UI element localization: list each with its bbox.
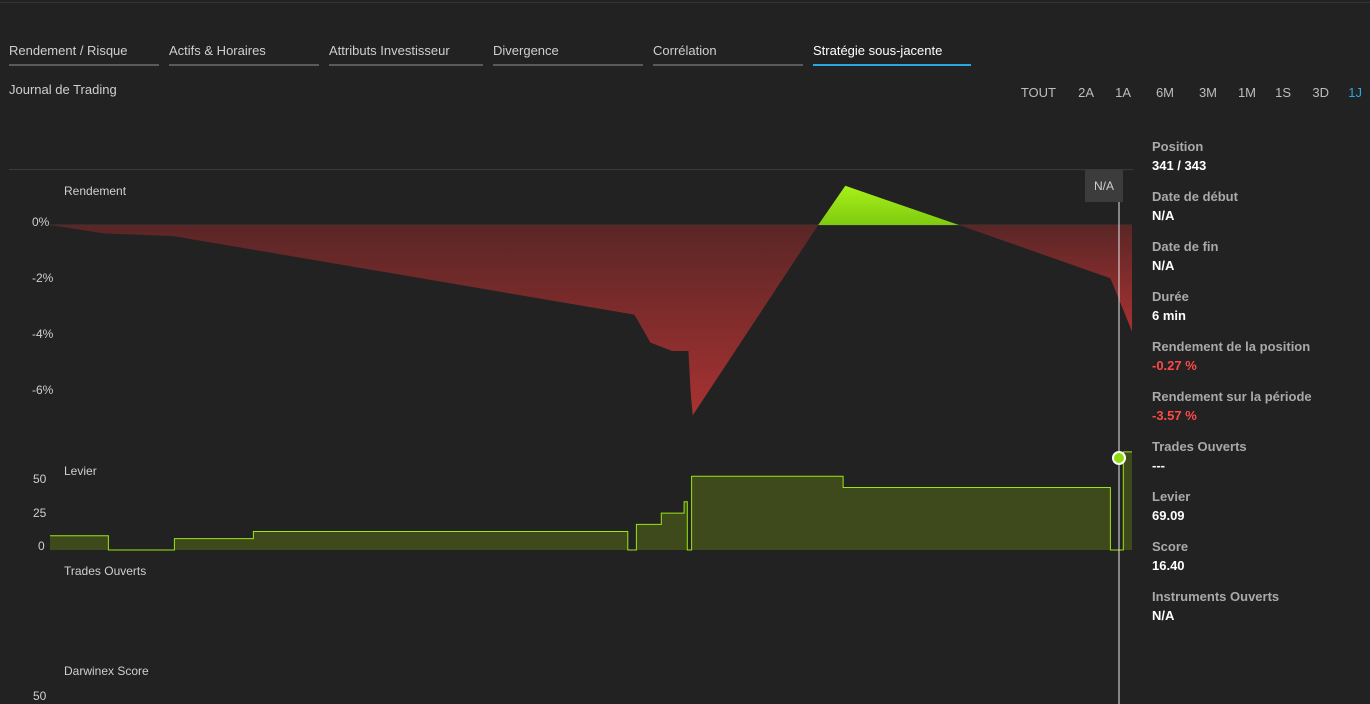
period-1s-button[interactable]: 1S <box>1275 85 1291 100</box>
levier-section-label: Levier <box>64 464 97 478</box>
detail-value: 341 / 343 <box>1152 158 1207 173</box>
detail-value: 6 min <box>1152 308 1186 323</box>
detail-label: Rendement de la position <box>1152 339 1311 354</box>
detail-label: Score <box>1152 539 1189 554</box>
score-section-label: Darwinex Score <box>64 664 149 678</box>
detail-duree: Durée 6 min <box>1152 289 1189 323</box>
cursor-tooltip: N/A <box>1085 170 1123 202</box>
period-1j-button[interactable]: 1J <box>1348 85 1362 100</box>
rendement-tick-label: 0% <box>32 215 50 229</box>
rendement-positive-area <box>818 185 959 225</box>
levier-tick-label: 0 <box>38 539 45 553</box>
detail-rendement-position: Rendement de la position -0.27 % <box>1152 339 1310 373</box>
rendement-negative-area <box>50 225 819 416</box>
detail-value: -3.57 % <box>1152 408 1197 423</box>
period-3d-button[interactable]: 3D <box>1312 85 1329 100</box>
period-3m-button[interactable]: 3M <box>1199 85 1217 100</box>
detail-label: Date de début <box>1152 189 1238 204</box>
detail-value: -0.27 % <box>1152 358 1197 373</box>
detail-label: Instruments Ouverts <box>1152 589 1280 604</box>
detail-label: Rendement sur la période <box>1152 389 1312 404</box>
detail-value: --- <box>1152 458 1165 473</box>
score-tick-label: 50 <box>33 689 47 703</box>
detail-label: Levier <box>1152 489 1191 504</box>
rendement-negative-area <box>958 225 1132 332</box>
period-1m-button[interactable]: 1M <box>1238 85 1256 100</box>
detail-value: N/A <box>1152 258 1175 273</box>
trading-journal-chart[interactable]: Rendement 0% -2% -4% -6% Levier 50 25 0 … <box>0 0 1145 704</box>
detail-date-debut: Date de début N/A <box>1152 189 1238 223</box>
levier-tick-label: 50 <box>33 472 47 486</box>
detail-value: 69.09 <box>1152 508 1185 523</box>
rendement-tick-label: -2% <box>32 271 54 285</box>
rendement-tick-label: -4% <box>32 327 54 341</box>
detail-value: N/A <box>1152 208 1175 223</box>
rendement-section-label: Rendement <box>64 184 127 198</box>
levier-area <box>50 451 1132 550</box>
detail-instruments-ouverts: Instruments Ouverts N/A <box>1152 589 1279 623</box>
detail-label: Durée <box>1152 289 1189 304</box>
rendement-series <box>50 185 1132 416</box>
detail-date-fin: Date de fin N/A <box>1152 239 1218 273</box>
detail-levier: Levier 69.09 <box>1152 489 1190 523</box>
detail-label: Trades Ouverts <box>1152 439 1247 454</box>
detail-label: Position <box>1152 139 1204 154</box>
detail-label: Date de fin <box>1152 239 1219 254</box>
cursor-marker <box>1112 451 1126 465</box>
detail-score: Score 16.40 <box>1152 539 1188 573</box>
trades-section-label: Trades Ouverts <box>64 564 146 578</box>
detail-value: 16.40 <box>1152 558 1185 573</box>
detail-rendement-periode: Rendement sur la période -3.57 % <box>1152 389 1312 423</box>
rendement-tick-label: -6% <box>32 383 54 397</box>
levier-series <box>50 451 1132 551</box>
period-6m-button[interactable]: 6M <box>1156 85 1174 100</box>
detail-position: Position 341 / 343 <box>1152 139 1206 173</box>
levier-tick-label: 25 <box>33 506 47 520</box>
detail-trades-ouverts: Trades Ouverts --- <box>1152 439 1247 473</box>
detail-value: N/A <box>1152 608 1175 623</box>
